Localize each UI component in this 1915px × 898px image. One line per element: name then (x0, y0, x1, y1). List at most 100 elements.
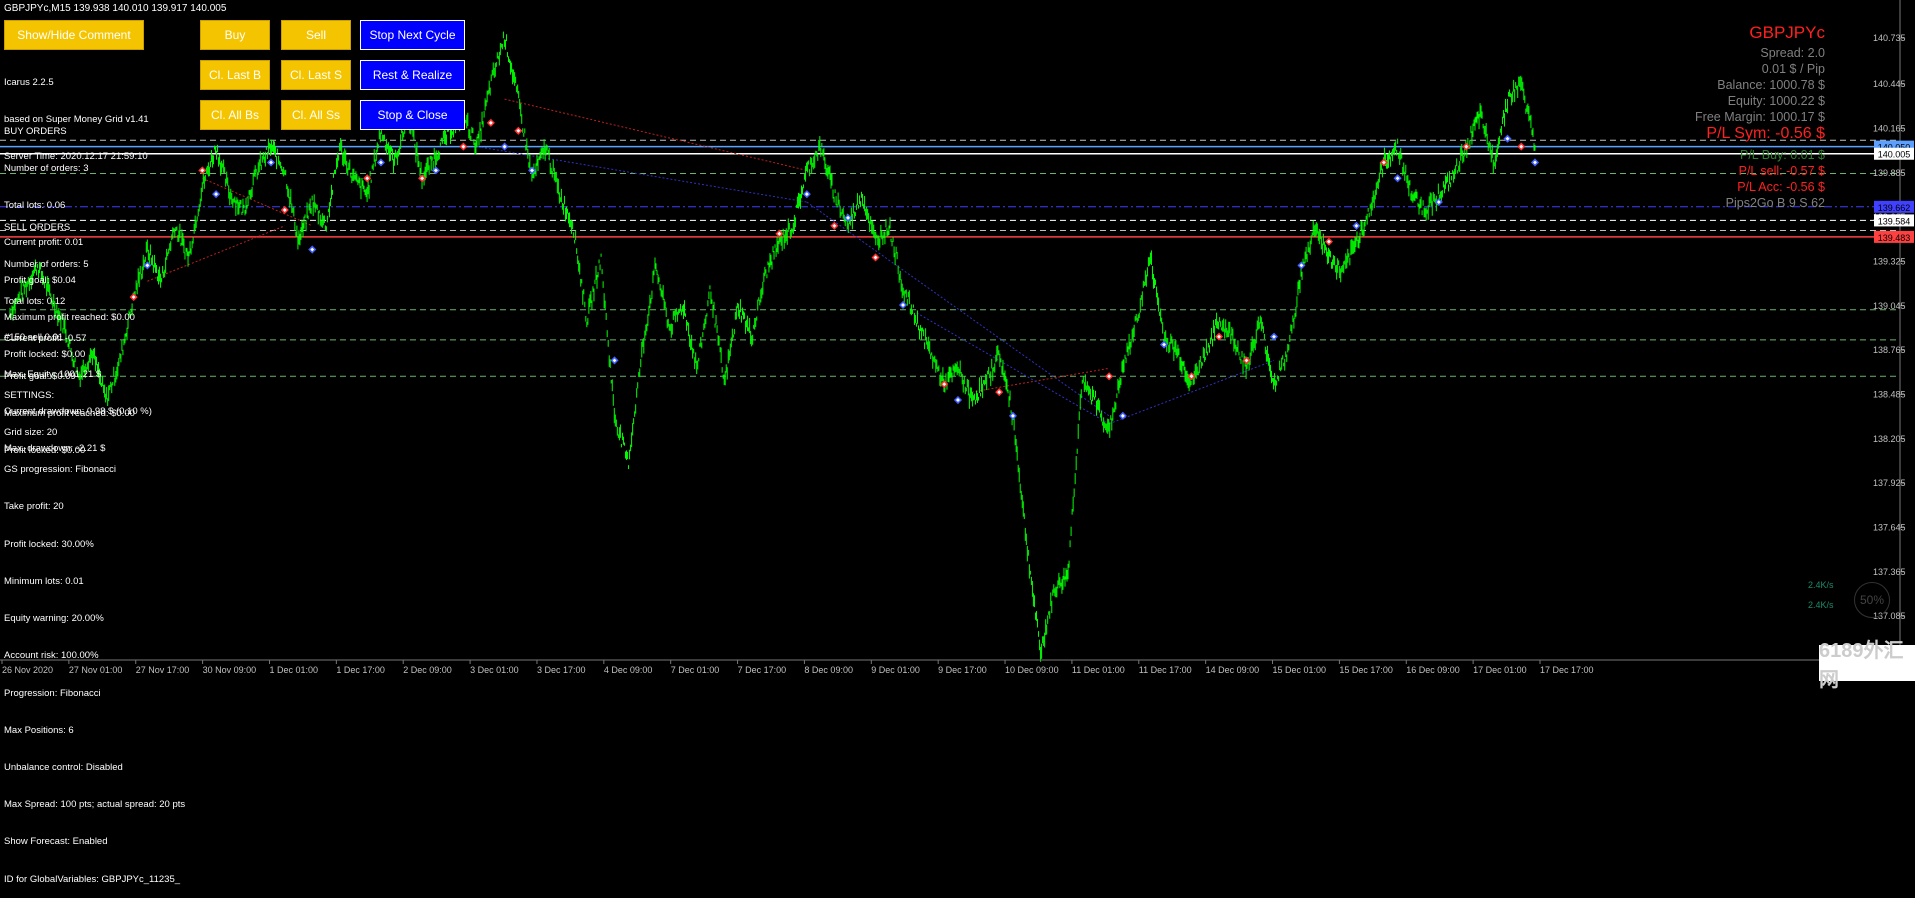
info-line: Unbalance control: Disabled (4, 762, 123, 773)
close-all-buys-button[interactable]: Cl. All Bs (200, 100, 270, 130)
time-tick-label: 3 Dec 17:00 (537, 665, 586, 675)
sell-order-marker (995, 388, 1004, 397)
time-tick-label: 2 Dec 09:00 (403, 665, 452, 675)
sell-order-marker (363, 174, 372, 183)
price-tick-label: 139.045 (1873, 301, 1906, 311)
price-tick-label: 140.735 (1873, 33, 1906, 43)
speed-badge-down: 2.4K/s (1808, 600, 1834, 610)
price-tick-label: 137.365 (1873, 567, 1906, 577)
pip-value-label: 0.01 $ / Pip (1761, 62, 1825, 76)
info-line: BUY ORDERS (4, 125, 67, 137)
time-tick-label: 4 Dec 09:00 (604, 665, 653, 675)
buy-order-marker (431, 166, 440, 175)
sell-order-marker (1517, 142, 1526, 151)
price-tick-label: 138.765 (1873, 345, 1906, 355)
time-tick-label: 14 Dec 09:00 (1206, 665, 1260, 675)
time-tick-label: 10 Dec 09:00 (1005, 665, 1059, 675)
buy-button[interactable]: Buy (200, 20, 270, 50)
info-line: Progression: Fibonacci (4, 687, 101, 699)
level-label: 139.483 (1878, 233, 1911, 243)
info-line: Show Forecast: Enabled (4, 836, 108, 848)
show-hide-comment-button[interactable]: Show/Hide Comment (4, 20, 144, 50)
buy-order-marker (500, 142, 509, 151)
price-tick-label: 137.925 (1873, 478, 1906, 488)
sell-order-marker (198, 166, 207, 175)
time-tick-label: 17 Dec 17:00 (1540, 665, 1594, 675)
trade-lines (147, 98, 1275, 425)
balance-label: Balance: 1000.78 $ (1717, 78, 1825, 92)
sell-order-marker (1105, 372, 1114, 381)
time-tick-label: 15 Dec 17:00 (1339, 665, 1393, 675)
time-tick-label: 1 Dec 01:00 (269, 665, 318, 675)
sell-order-marker (1324, 237, 1333, 246)
time-tick-label: 11 Dec 17:00 (1139, 665, 1192, 675)
sell-order-marker (514, 126, 523, 135)
pl-sym-label: P/L Sym: -0.56 $ (1706, 125, 1825, 142)
rest-realize-button[interactable]: Rest & Realize (360, 60, 465, 90)
price-tick-label: 138.205 (1873, 434, 1906, 444)
buy-order-marker (610, 356, 619, 365)
time-axis: 26 Nov 2020 27 Nov 01:00 27 Nov 17:00 30 No… (1, 660, 1594, 675)
time-tick-label: 3 Dec 01:00 (470, 665, 519, 675)
trade-connector (202, 177, 313, 227)
load-gauge: 50% (1854, 582, 1890, 618)
symbol-label: GBPJPYc (1749, 23, 1825, 42)
time-tick-label: 8 Dec 09:00 (804, 665, 853, 675)
level-label: 139.584 (1878, 216, 1911, 226)
info-line: Grid size: 20 (4, 427, 58, 439)
buy-order-marker (953, 395, 963, 405)
price-tick-label: 139.325 (1873, 256, 1906, 266)
pl-acc-label: P/L Acc: -0.56 $ (1737, 180, 1825, 194)
free-margin-label: Free Margin: 1000.17 $ (1695, 110, 1825, 124)
info-line: Minimum lots: 0.01 (4, 575, 84, 587)
stop-next-cycle-button[interactable]: Stop Next Cycle (360, 20, 465, 50)
info-line: Profit locked: 30.00% (4, 538, 94, 550)
sell-order-marker (280, 205, 289, 215)
buy-order-marker (308, 245, 317, 254)
info-line: ID for GlobalVariables: GBPJPYc_11235_ (4, 873, 181, 885)
level-label: 139.662 (1878, 203, 1911, 213)
buy-order-marker (1159, 340, 1169, 349)
info-line: Number of orders: 5 (4, 259, 89, 271)
speed-badge-up: 2.4K/s (1808, 580, 1834, 590)
trade-connector (504, 98, 807, 171)
buy-order-marker (1393, 174, 1402, 183)
time-tick-label: 9 Dec 17:00 (938, 665, 987, 675)
sell-button[interactable]: Sell (281, 20, 351, 50)
watermark-logo: 6189外汇网 (1819, 640, 1915, 691)
info-line: Take profit: 20 (4, 501, 64, 513)
buy-order-marker (1352, 221, 1361, 230)
order-markers (129, 118, 1540, 420)
time-tick-label: 9 Dec 01:00 (871, 665, 920, 675)
spread-label: Spread: 2.0 (1760, 46, 1825, 60)
pl-sell-label: P/L sell: -0.57 $ (1738, 164, 1825, 178)
buy-order-marker (1503, 134, 1512, 143)
info-line: Icarus 2.2.5 (4, 76, 54, 88)
info-line: #150 sell 0.01 (4, 331, 64, 343)
time-tick-label: 1 Dec 17:00 (336, 665, 385, 675)
close-last-buy-button[interactable]: Cl. Last B (200, 60, 270, 90)
time-tick-label: 17 Dec 01:00 (1473, 665, 1527, 675)
equity-label: Equity: 1000.22 $ (1727, 94, 1825, 108)
close-last-sell-button[interactable]: Cl. Last S (281, 60, 351, 90)
chart-title: GBPJPYc,M15 139.938 140.010 139.917 140.… (4, 3, 227, 14)
buy-order-marker (898, 300, 908, 310)
trade-connector (806, 201, 1110, 417)
info-line: GS progression: Fibonacci (4, 464, 116, 476)
sell-order-marker (871, 253, 880, 262)
time-tick-label: 15 Dec 01:00 (1273, 665, 1327, 675)
trade-connector (477, 146, 807, 203)
stop-close-button[interactable]: Stop & Close (360, 100, 465, 130)
buy-order-marker (1269, 332, 1279, 341)
close-all-sells-button[interactable]: Cl. All Ss (281, 100, 351, 130)
price-tick-label: 140.445 (1873, 79, 1906, 89)
buy-order-marker (266, 158, 276, 167)
buy-order-marker (376, 158, 386, 167)
info-line: SELL ORDERS (4, 221, 71, 233)
time-tick-label: 7 Dec 17:00 (738, 665, 787, 675)
price-tick-label: 139.885 (1873, 168, 1906, 178)
info-line: SETTINGS: (4, 389, 55, 401)
sell-order-marker (830, 221, 839, 230)
pl-buy-label: P/L Buy: 0.01 $ (1739, 148, 1825, 162)
info-line: Max Positions: 6 (4, 724, 74, 736)
